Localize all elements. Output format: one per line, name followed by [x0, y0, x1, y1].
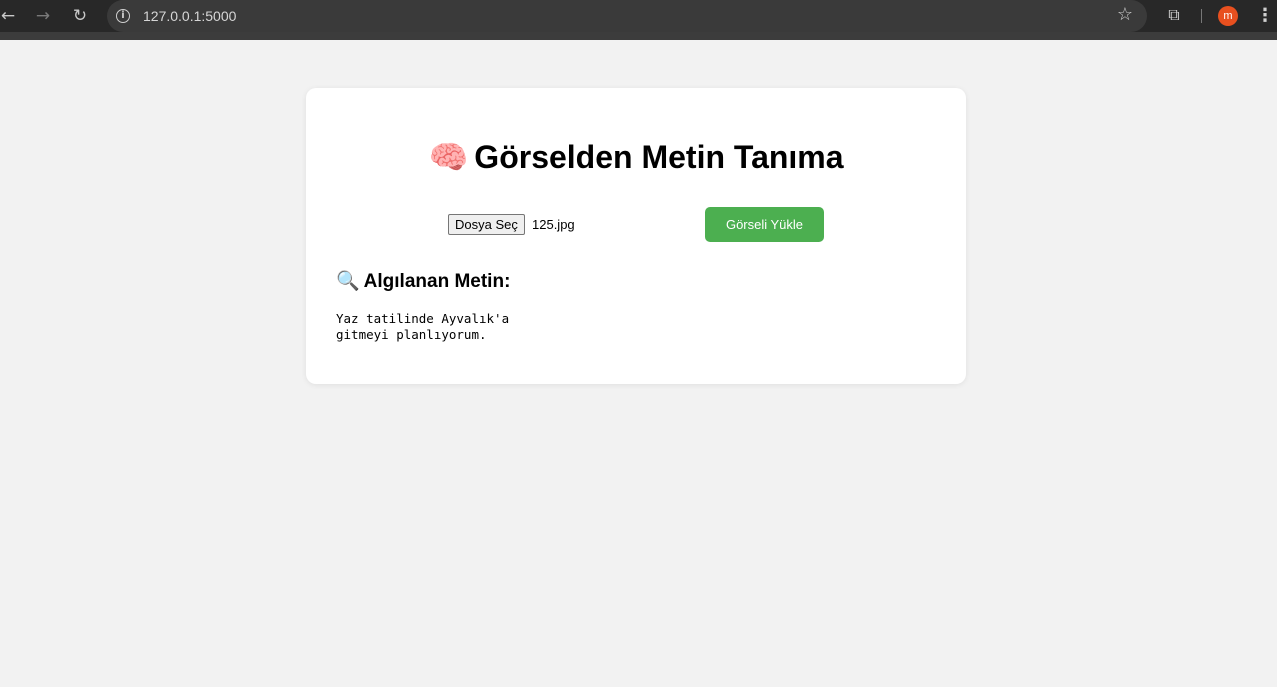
- magnifier-icon: 🔍: [336, 270, 360, 292]
- address-bar[interactable]: i 127.0.0.1:5000 ☆: [107, 0, 1147, 32]
- browser-toolbar: ← → ↻ i 127.0.0.1:5000 ☆ ⧉ m ⋮: [0, 0, 1277, 40]
- file-choose-button[interactable]: Dosya Seç: [448, 214, 525, 235]
- brain-icon: 🧠: [428, 138, 469, 176]
- extensions-puzzle-icon[interactable]: ⧉: [1164, 5, 1184, 25]
- recognized-text: Yaz tatilinde Ayvalık'a gitmeyi planlıyo…: [336, 311, 510, 342]
- upload-form: Dosya Seç 125.jpg Görseli Yükle: [448, 207, 828, 243]
- ocr-card: 🧠 Görselden Metin Tanıma Dosya Seç 125.jp…: [306, 88, 966, 384]
- reload-icon[interactable]: ↻: [68, 4, 92, 28]
- upload-image-button[interactable]: Görseli Yükle: [705, 207, 824, 242]
- url-text[interactable]: 127.0.0.1:5000: [143, 8, 236, 24]
- site-info-icon[interactable]: i: [116, 9, 130, 23]
- bookmark-star-icon[interactable]: ☆: [1117, 4, 1133, 25]
- back-arrow-icon[interactable]: ←: [0, 4, 20, 28]
- forward-arrow-icon[interactable]: →: [31, 4, 55, 28]
- selected-file-name: 125.jpg: [532, 217, 575, 232]
- profile-avatar[interactable]: m: [1218, 6, 1238, 26]
- kebab-menu-icon[interactable]: ⋮: [1256, 4, 1274, 28]
- result-heading-text: Algılanan Metin:: [363, 271, 511, 292]
- toolbar-divider: [1201, 9, 1202, 23]
- page-title: 🧠 Görselden Metin Tanıma: [306, 138, 966, 176]
- page-title-text: Görselden Metin Tanıma: [474, 139, 844, 175]
- result-heading: 🔍 Algılanan Metin:: [336, 269, 510, 293]
